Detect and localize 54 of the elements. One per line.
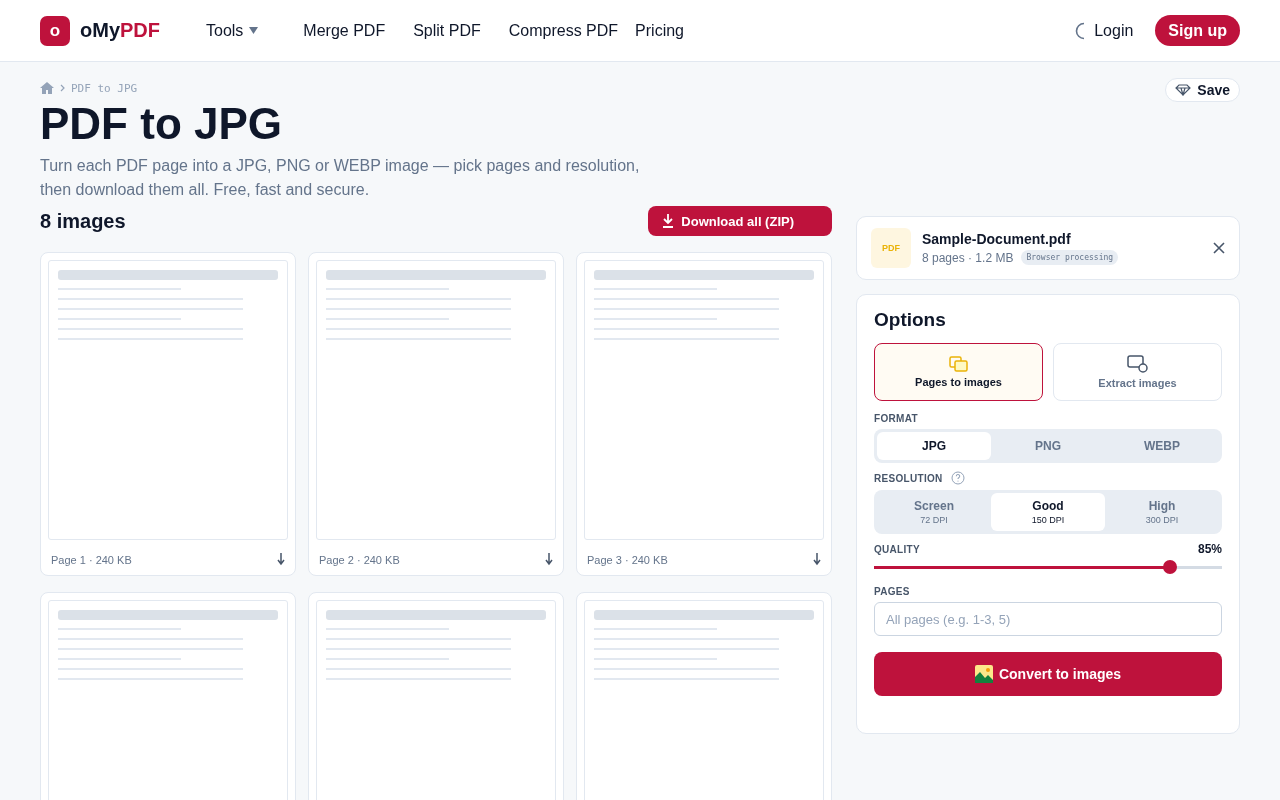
convert-button[interactable]: Convert to images <box>874 652 1222 696</box>
logo-mark[interactable]: o <box>40 15 70 46</box>
image-card[interactable]: Page 1 · 240 KB <box>40 252 296 576</box>
download-icon[interactable] <box>277 553 285 566</box>
download-all-button[interactable]: Download all (ZIP) <box>648 206 832 236</box>
nav-link[interactable]: Tools <box>206 21 259 40</box>
picture-icon <box>974 665 993 683</box>
close-icon[interactable] <box>1213 242 1225 254</box>
logo-text[interactable]: oMyPDF <box>80 19 160 42</box>
pages-input[interactable]: All pages (e.g. 1-3, 5) <box>874 602 1222 636</box>
nav-link[interactable]: Split PDF <box>413 21 481 40</box>
image-card[interactable]: Page 3 · 240 KB <box>576 252 832 576</box>
mode-tab[interactable]: Pages to images <box>874 343 1043 401</box>
resolution-option[interactable]: Good 150 DPI <box>991 493 1105 531</box>
signup-button[interactable]: Sign up <box>1155 15 1240 46</box>
processing-tag: Browser processing <box>1021 250 1119 265</box>
resolution-label: RESOLUTION <box>874 472 943 484</box>
format-option[interactable]: JPG <box>877 432 991 460</box>
pdf-badge: PDF <box>871 228 911 268</box>
breadcrumb-current: PDF to JPG <box>71 81 138 95</box>
nav-link[interactable]: Compress PDF <box>508 21 619 40</box>
download-icon[interactable] <box>545 553 553 566</box>
save-button[interactable]: Save <box>1165 78 1240 102</box>
diamond-icon <box>1175 84 1192 96</box>
page-title: PDF to JPG <box>40 100 284 148</box>
results-count: 8 images <box>40 209 126 233</box>
resolution-option[interactable]: High 300 DPI <box>1105 493 1219 531</box>
pages-label: PAGES <box>874 586 911 597</box>
quality-slider[interactable] <box>874 560 1222 574</box>
mode-tab[interactable]: Extract images <box>1053 343 1222 401</box>
nav-link[interactable]: Merge PDF <box>303 21 386 40</box>
quality-label: QUALITY <box>874 543 920 555</box>
image-icon <box>1126 355 1149 373</box>
caret-icon <box>249 27 259 34</box>
quality-value: 85% <box>1197 542 1222 556</box>
chevron-icon <box>60 84 65 92</box>
format-label: FORMAT <box>874 413 919 424</box>
nav-link[interactable]: Pricing <box>635 21 684 40</box>
image-card[interactable]: Page 2 · 240 KB <box>308 252 564 576</box>
download-icon <box>662 214 675 228</box>
download-icon[interactable] <box>813 553 821 566</box>
options-title: Options <box>874 309 947 331</box>
file-meta: 8 pages · 1.2 MB <box>922 250 1014 265</box>
slider-thumb[interactable] <box>1162 560 1177 574</box>
page-subtitle: Turn each PDF page into a JPG, PNG or WEBP image — pick pages and resolution, then download them all. Free, fast and secure. <box>40 156 641 200</box>
page-caption: Page 1 · 240 KB <box>51 553 132 566</box>
copy-icon <box>948 356 969 372</box>
file-name: Sample-Document.pdf <box>922 231 1072 247</box>
resolution-option[interactable]: Screen 72 DPI <box>877 493 991 531</box>
login-link[interactable]: Login <box>1094 21 1134 40</box>
page-caption: Page 2 · 240 KB <box>319 553 400 566</box>
page-caption: Page 3 · 240 KB <box>587 553 668 566</box>
format-option[interactable]: WEBP <box>1105 432 1219 460</box>
format-option[interactable]: PNG <box>991 432 1105 460</box>
